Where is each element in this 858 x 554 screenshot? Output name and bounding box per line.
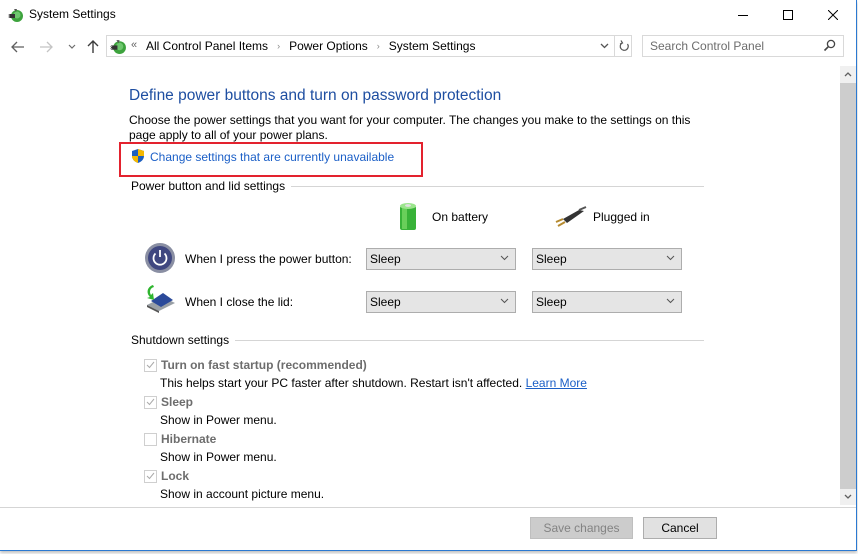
minimize-icon: [738, 15, 748, 16]
breadcrumb-separator[interactable]: ›: [277, 41, 280, 51]
fast-startup-label: Turn on fast startup (recommended): [161, 358, 367, 372]
cancel-button[interactable]: Cancel: [643, 517, 717, 539]
column-header-on-battery: On battery: [432, 210, 489, 224]
back-button[interactable]: [8, 36, 28, 58]
battery-icon: [400, 203, 416, 230]
change-settings-link[interactable]: Change settings that are currently unava…: [150, 150, 394, 164]
arrow-left-icon: [11, 41, 24, 53]
hibernate-checkbox[interactable]: [144, 432, 157, 446]
select-value: Sleep: [536, 252, 567, 266]
column-on-battery: On battery: [398, 201, 488, 233]
hibernate-description: Show in Power menu.: [160, 450, 277, 464]
hibernate-label: Hibernate: [161, 432, 217, 446]
learn-more-link[interactable]: Learn More: [526, 376, 587, 390]
breadcrumb-item[interactable]: Power Options: [289, 39, 368, 53]
fast-startup-description: This helps start your PC faster after sh…: [160, 376, 587, 390]
navigation-bar: « All Control Panel Items › Power Option…: [0, 33, 856, 61]
fast-startup-checkbox-row: Turn on fast startup (recommended): [144, 358, 367, 372]
chevron-down-icon: [500, 255, 509, 261]
sleep-checkbox[interactable]: [144, 395, 157, 409]
power-button-label: When I press the power button:: [185, 252, 352, 266]
system-settings-window: System Settings « All Control Panel Item…: [0, 0, 857, 551]
forward-button[interactable]: [36, 36, 56, 58]
chevron-up-icon: [844, 72, 852, 77]
maximize-button[interactable]: [765, 0, 811, 30]
address-history-dropdown[interactable]: [597, 38, 611, 54]
select-value: Sleep: [536, 295, 567, 309]
footer-divider: [0, 507, 856, 508]
fast-startup-checkbox[interactable]: [144, 358, 157, 372]
refresh-button[interactable]: [614, 36, 633, 56]
search-box: [642, 35, 844, 57]
power-button-icon: [145, 243, 175, 273]
close-button[interactable]: [810, 0, 856, 30]
save-changes-button[interactable]: Save changes: [530, 517, 633, 539]
lock-checkbox-row: Lock: [144, 469, 189, 483]
breadcrumb-item[interactable]: All Control Panel Items: [146, 39, 268, 53]
title-bar: System Settings: [0, 0, 856, 30]
lock-label: Lock: [161, 469, 190, 483]
shutdown-section-label: Shutdown settings: [131, 333, 236, 347]
search-icon[interactable]: [823, 39, 836, 52]
chevron-down-icon: [666, 298, 675, 304]
scrollbar-thumb[interactable]: [840, 83, 856, 489]
column-header-plugged-in: Plugged in: [593, 210, 650, 224]
close-lid-plugged-in-select[interactable]: Sleep: [532, 291, 682, 313]
chevron-down-icon: [68, 44, 76, 49]
chevron-down-icon: [666, 255, 675, 261]
window-title: System Settings: [29, 7, 116, 21]
close-lid-on-battery-select[interactable]: Sleep: [366, 291, 516, 313]
up-button[interactable]: [83, 36, 103, 58]
uac-shield-icon: [132, 149, 144, 163]
vertical-scrollbar[interactable]: [840, 66, 856, 505]
power-button-plugged-in-select[interactable]: Sleep: [532, 248, 682, 270]
chevron-down-icon: [500, 298, 509, 304]
maximize-icon: [783, 10, 793, 20]
power-button-on-battery-select[interactable]: Sleep: [366, 248, 516, 270]
checkmark-icon: [146, 361, 155, 369]
close-lid-label: When I close the lid:: [185, 295, 294, 309]
sleep-label: Sleep: [161, 395, 194, 409]
scroll-down-button[interactable]: [840, 488, 856, 505]
minimize-button[interactable]: [720, 0, 766, 30]
page-title: Define power buttons and turn on passwor…: [129, 87, 502, 104]
breadcrumb-item[interactable]: System Settings: [389, 39, 476, 53]
power-section-label: Power button and lid settings: [131, 179, 292, 193]
checkmark-icon: [146, 398, 155, 406]
laptop-lid-icon: [147, 285, 175, 313]
arrow-up-icon: [87, 40, 99, 53]
checkmark-icon: [146, 472, 155, 480]
breadcrumb: All Control Panel Items › Power Options …: [146, 39, 475, 53]
chevron-down-icon: [844, 494, 852, 499]
close-icon: [828, 10, 838, 20]
select-value: Sleep: [370, 295, 401, 309]
search-input[interactable]: [650, 39, 820, 53]
fast-startup-description-text: This helps start your PC faster after sh…: [160, 376, 523, 390]
sleep-description: Show in Power menu.: [160, 413, 277, 427]
sleep-checkbox-row: Sleep: [144, 395, 193, 409]
power-options-icon: [8, 9, 23, 22]
recent-locations-button[interactable]: [62, 36, 82, 58]
lock-description: Show in account picture menu.: [160, 487, 325, 501]
control-panel-icon: [110, 40, 126, 54]
lock-checkbox[interactable]: [144, 469, 157, 483]
page-description: Choose the power settings that you want …: [129, 113, 691, 142]
breadcrumb-overflow[interactable]: «: [131, 39, 137, 51]
content-area: Define power buttons and turn on passwor…: [0, 64, 840, 504]
refresh-icon: [619, 40, 629, 51]
arrow-right-icon: [40, 41, 53, 53]
chevron-down-icon: [600, 43, 608, 49]
select-value: Sleep: [370, 252, 401, 266]
breadcrumb-separator[interactable]: ›: [377, 41, 380, 51]
hibernate-checkbox-row: Hibernate: [144, 432, 216, 446]
scroll-up-button[interactable]: [840, 66, 856, 83]
plug-icon: [555, 206, 587, 227]
column-plugged-in: Plugged in: [553, 205, 650, 229]
address-bar[interactable]: « All Control Panel Items › Power Option…: [106, 35, 632, 57]
